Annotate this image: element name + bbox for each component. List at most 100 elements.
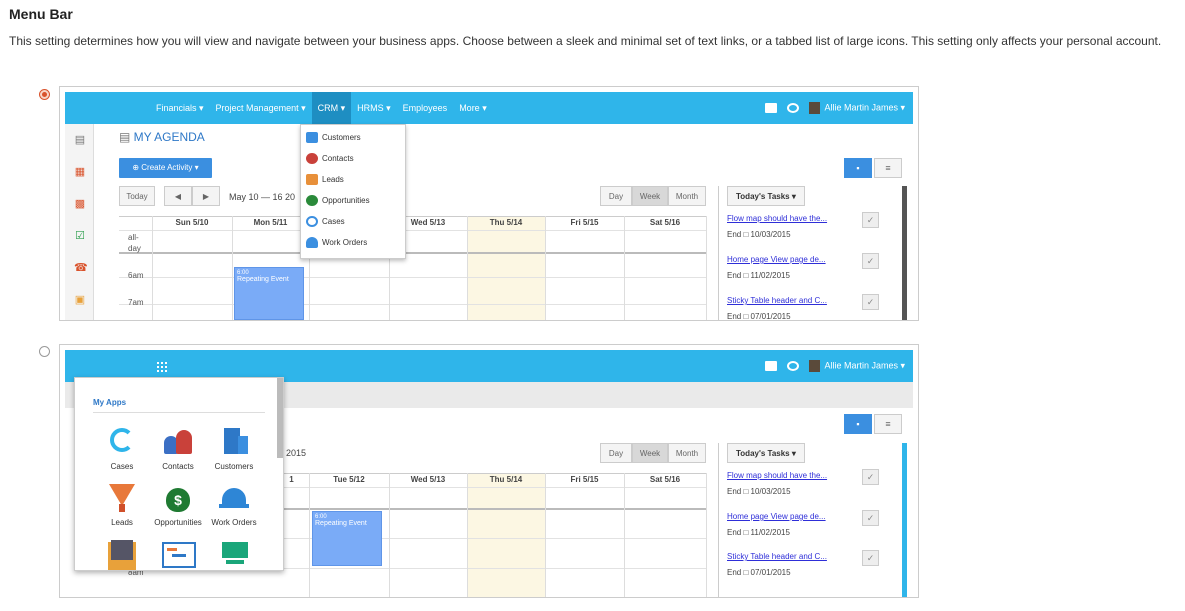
task-end-date: End □ 11/02/2015 <box>727 528 790 537</box>
day-header: Fri 5/15 <box>570 475 599 484</box>
lifebuoy-icon <box>306 215 318 227</box>
large-icons-preview[interactable]: Allie Martin James ▾ 2015 Day Week Month… <box>59 344 919 598</box>
app-purchasing[interactable] <box>205 538 263 574</box>
funnel-icon <box>106 482 138 514</box>
menu-item-contacts[interactable]: Contacts <box>306 151 354 165</box>
task-complete-button[interactable]: ✓ <box>862 550 879 566</box>
nav-more[interactable]: More ▾ <box>453 92 493 124</box>
task-link[interactable]: Sticky Table header and C... <box>727 296 827 305</box>
app-label: Leads <box>111 518 133 527</box>
scrollbar[interactable] <box>902 443 907 597</box>
today-column <box>467 473 545 597</box>
app-leads[interactable]: Leads <box>93 482 151 527</box>
avatar <box>809 360 821 372</box>
user-name: Allie Martin James ▾ <box>824 102 905 113</box>
text-links-preview[interactable]: Financials ▾ Project Management ▾ CRM ▾ … <box>59 86 919 321</box>
hard-hat-icon <box>306 236 318 248</box>
app-work-orders[interactable]: Work Orders <box>205 482 263 527</box>
app-projects[interactable] <box>149 538 207 574</box>
list-view-toggle[interactable]: ≡ <box>874 158 902 178</box>
app-customers[interactable]: Customers <box>205 426 263 471</box>
day-header: Wed 5/13 <box>410 475 446 484</box>
view-week[interactable]: Week <box>632 186 668 206</box>
nav-crm[interactable]: CRM ▾ <box>311 92 352 124</box>
apps-grid-icon[interactable] <box>157 362 167 372</box>
option-large-icons-radio[interactable] <box>39 346 50 357</box>
phone-icon[interactable]: ☎ <box>74 262 88 274</box>
todays-tasks-button[interactable]: Today's Tasks ▾ <box>727 443 805 463</box>
task-complete-button[interactable]: ✓ <box>862 212 879 228</box>
create-activity-button[interactable]: ⊕ Create Activity ▾ <box>119 158 212 178</box>
row-label: 7am <box>128 298 144 307</box>
people-icon <box>162 426 194 458</box>
task-link[interactable]: Home page View page de... <box>727 255 826 264</box>
chat-icon[interactable] <box>787 361 800 371</box>
task-link[interactable]: Sticky Table header and C... <box>727 552 827 561</box>
event-title: Repeating Event <box>315 520 367 527</box>
day-header: Sun 5/10 <box>175 218 209 227</box>
calendar-icon[interactable]: ▩ <box>74 198 86 210</box>
check-calendar-icon[interactable]: ☑ <box>74 230 86 242</box>
building-icon <box>218 426 250 458</box>
view-month[interactable]: Month <box>668 186 706 206</box>
hard-hat-icon <box>218 482 250 514</box>
app-label: Opportunities <box>154 518 202 527</box>
user-name: Allie Martin James ▾ <box>824 360 905 371</box>
nav-project-management[interactable]: Project Management ▾ <box>210 92 312 124</box>
top-menu-bar: Financials ▾ Project Management ▾ CRM ▾ … <box>65 92 913 124</box>
nav-hrms[interactable]: HRMS ▾ <box>351 92 397 124</box>
menu-item-opportunities[interactable]: Opportunities <box>306 193 370 207</box>
app-contacts[interactable]: Contacts <box>149 426 207 471</box>
app-opportunities[interactable]: $ Opportunities <box>149 482 207 527</box>
menu-item-cases[interactable]: Cases <box>306 214 345 228</box>
task-complete-button[interactable]: ✓ <box>862 294 879 310</box>
apps-scrollbar[interactable] <box>277 378 283 458</box>
nav-employees[interactable]: Employees <box>397 92 454 124</box>
user-menu[interactable]: Allie Martin James ▾ <box>809 102 905 114</box>
view-month[interactable]: Month <box>668 443 706 463</box>
event-icon[interactable]: ▣ <box>74 294 86 306</box>
calendar-view-toggle[interactable]: ▪ <box>844 158 872 178</box>
day-header: Fri 5/15 <box>570 218 599 227</box>
calendar-event[interactable]: 6:00 Repeating Event <box>312 511 382 566</box>
task-complete-button[interactable]: ✓ <box>862 253 879 269</box>
user-menu[interactable]: Allie Martin James ▾ <box>809 360 905 372</box>
menu-item-customers[interactable]: Customers <box>306 130 361 144</box>
prev-button[interactable]: ◀ <box>164 186 192 206</box>
chat-icon[interactable] <box>787 103 800 113</box>
calendar-event[interactable]: 6:00 Repeating Event <box>234 267 304 320</box>
book-icon[interactable]: ▤ <box>74 134 86 146</box>
option-text-links-radio[interactable] <box>39 89 50 100</box>
todays-tasks-button[interactable]: Today's Tasks ▾ <box>727 186 805 206</box>
scrollbar[interactable] <box>902 186 907 320</box>
menu-item-leads[interactable]: Leads <box>306 172 344 186</box>
task-end-date: End □ 07/01/2015 <box>727 312 791 321</box>
next-button[interactable]: ▶ <box>192 186 220 206</box>
view-week[interactable]: Week <box>632 443 668 463</box>
list-view-toggle[interactable]: ≡ <box>874 414 902 434</box>
money-bag-icon: $ <box>162 482 194 514</box>
task-link[interactable]: Flow map should have the... <box>727 471 827 480</box>
row-label-allday: all- day <box>128 233 141 253</box>
gantt-chart-icon <box>162 538 196 570</box>
day-header: Tue 5/12 <box>333 475 365 484</box>
calendar-view-toggle[interactable]: ▪ <box>844 414 872 434</box>
store-icon[interactable] <box>765 103 778 113</box>
view-day[interactable]: Day <box>600 443 632 463</box>
store-icon[interactable] <box>765 361 778 371</box>
money-bag-icon <box>306 194 318 206</box>
task-complete-button[interactable]: ✓ <box>862 469 879 485</box>
task-complete-button[interactable]: ✓ <box>862 510 879 526</box>
app-cases[interactable]: Cases <box>93 426 151 471</box>
nav-financials[interactable]: Financials ▾ <box>150 92 210 124</box>
task-link[interactable]: Flow map should have the... <box>727 214 827 223</box>
today-button[interactable]: Today <box>119 186 155 206</box>
task-end-date: End □ 10/03/2015 <box>727 487 791 496</box>
task-link[interactable]: Home page View page de... <box>727 512 826 521</box>
app-invoices[interactable] <box>93 538 151 574</box>
lifebuoy-icon <box>106 426 138 458</box>
view-day[interactable]: Day <box>600 186 632 206</box>
menu-item-work-orders[interactable]: Work Orders <box>306 235 367 249</box>
calendar-list-icon[interactable]: ▦ <box>74 166 86 178</box>
task-end-date: End □ 11/02/2015 <box>727 271 790 280</box>
